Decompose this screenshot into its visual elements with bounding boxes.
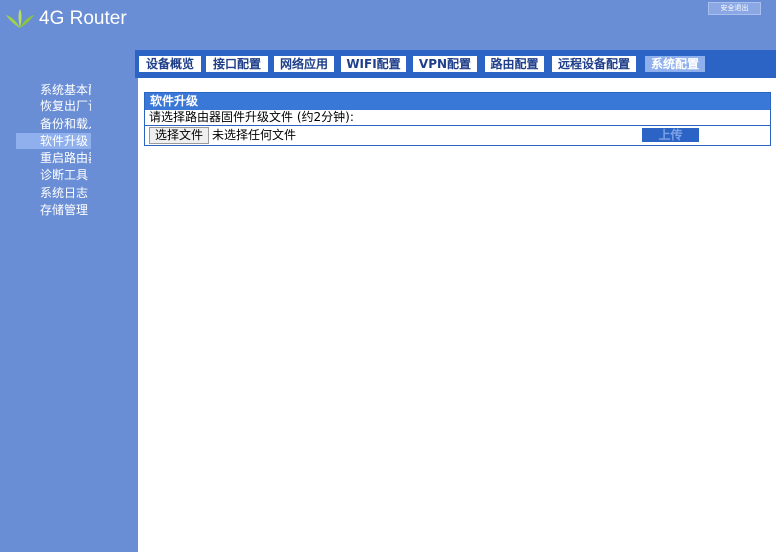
upload-button[interactable]: 上传: [642, 128, 699, 142]
tab-routing-config[interactable]: 路由配置: [485, 56, 544, 72]
panel-title: 软件升级: [145, 93, 770, 110]
file-upload-row: 选择文件 未选择任何文件 上传: [145, 126, 770, 144]
sidebar-item-system-log[interactable]: 系统日志: [16, 185, 91, 201]
choose-file-button[interactable]: 选择文件: [149, 127, 209, 144]
sidebar-item-firmware-upgrade[interactable]: 软件升级: [16, 133, 91, 149]
main-content: 软件升级 请选择路由器固件升级文件 (约2分钟): 选择文件 未选择任何文件 上…: [138, 78, 776, 552]
tab-system-config[interactable]: 系统配置: [645, 56, 705, 72]
sidebar: 系统基本配 恢复出厂设 备份和载入 软件升级 重启路由器 诊断工具 系统日志 存…: [0, 50, 138, 552]
logo: 4G Router: [6, 8, 127, 30]
sidebar-item-diagnostics[interactable]: 诊断工具: [16, 167, 91, 183]
header-bar: 4G Router 安全退出: [0, 0, 776, 50]
tab-interface-config[interactable]: 接口配置: [206, 56, 268, 72]
firmware-upgrade-panel: 软件升级 请选择路由器固件升级文件 (约2分钟): 选择文件 未选择任何文件 上…: [144, 92, 771, 146]
logout-button[interactable]: 安全退出: [708, 2, 761, 15]
tab-vpn-config[interactable]: VPN配置: [413, 56, 477, 72]
file-status-text: 未选择任何文件: [212, 128, 297, 142]
panel-description: 请选择路由器固件升级文件 (约2分钟):: [145, 110, 770, 126]
tab-remote-device-config[interactable]: 远程设备配置: [552, 56, 636, 72]
sidebar-item-storage[interactable]: 存储管理: [16, 202, 91, 218]
sidebar-item-reboot[interactable]: 重启路由器: [16, 150, 91, 166]
app-title: 4G Router: [39, 8, 127, 29]
sidebar-item-basic-config[interactable]: 系统基本配: [16, 82, 91, 98]
sidebar-item-factory-reset[interactable]: 恢复出厂设: [16, 98, 91, 114]
tab-network-apps[interactable]: 网络应用: [274, 56, 334, 72]
main-nav: 设备概览 接口配置 网络应用 WIFI配置 VPN配置 路由配置 远程设备配置 …: [135, 50, 776, 78]
tab-wifi-config[interactable]: WIFI配置: [341, 56, 406, 72]
sidebar-item-backup-restore[interactable]: 备份和载入: [16, 116, 91, 132]
tab-device-overview[interactable]: 设备概览: [139, 56, 201, 72]
leaf-logo-icon: [6, 9, 34, 28]
